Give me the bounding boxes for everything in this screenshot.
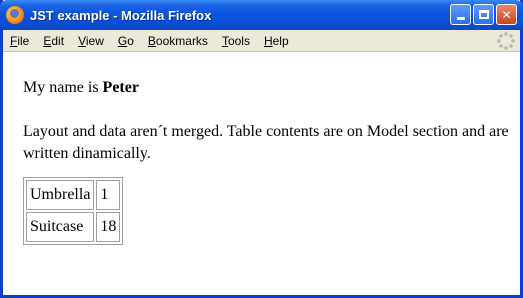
menu-tools[interactable]: Tools [215,34,257,48]
minimize-button[interactable] [450,4,471,25]
menu-tools-label: ools [227,33,250,48]
menu-go-label: o [127,33,134,48]
menu-bookmarks[interactable]: Bookmarks [141,34,215,48]
minimize-icon [456,17,465,20]
menu-file[interactable]: File [3,34,36,48]
item-cell: Suitcase [26,212,95,242]
title-bar[interactable]: JST example - Mozilla Firefox ✕ [0,0,523,30]
page-content: My name is Peter Layout and data aren´t … [3,53,520,295]
table-row: Suitcase 18 [26,212,121,242]
greeting-prefix: My name is [23,79,103,96]
data-table: Umbrella 1 Suitcase 18 [23,177,124,245]
menu-help[interactable]: Help [257,34,296,48]
menu-go[interactable]: Go [111,34,141,48]
maximize-button[interactable] [473,4,494,25]
qty-cell: 18 [96,212,121,242]
menu-view[interactable]: View [71,34,111,48]
menu-bookmarks-accel: B [147,33,156,48]
description-text: Layout and data aren´t merged. Table con… [23,123,509,162]
menu-view-accel: V [78,33,86,48]
close-button[interactable]: ✕ [496,4,517,25]
menu-go-accel: G [117,33,128,48]
person-name: Peter [102,79,139,96]
browser-window: JST example - Mozilla Firefox ✕ File Edi… [0,0,523,298]
menu-bar: File Edit View Go Bookmarks Tools Help [3,30,520,52]
menu-edit-label: dit [51,33,65,48]
window-title: JST example - Mozilla Firefox [30,7,212,23]
menu-help-accel: H [263,33,273,48]
greeting-line: My name is Peter [23,79,139,97]
close-icon: ✕ [501,7,512,22]
table-row: Umbrella 1 [26,180,121,210]
item-cell: Umbrella [26,180,95,210]
menu-file-label: ile [17,33,30,48]
qty-cell: 1 [96,180,121,210]
firefox-icon [6,6,24,24]
maximize-icon [478,10,489,19]
window-controls: ✕ [450,4,517,25]
menu-view-label: iew [85,33,104,48]
menu-help-label: elp [272,33,289,48]
menu-edit[interactable]: Edit [36,34,71,48]
throbber-icon [497,32,515,50]
menu-bookmarks-label: ookmarks [155,33,208,48]
